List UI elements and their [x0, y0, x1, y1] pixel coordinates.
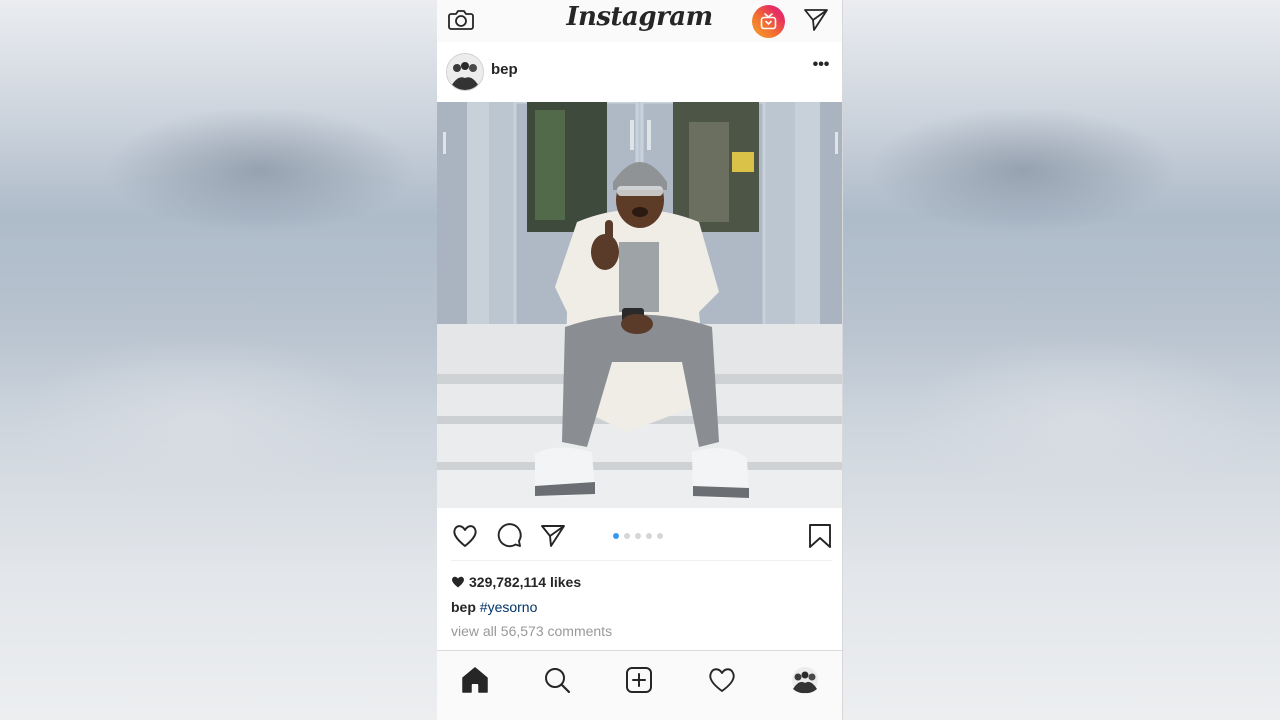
- actions-divider: [451, 560, 832, 561]
- direct-message-icon[interactable]: [802, 7, 830, 33]
- carousel-dot-1: [613, 533, 619, 539]
- photo-man-sitting-on-steps: [437, 102, 842, 508]
- heart-filled-icon: [452, 576, 464, 588]
- carousel-dot-4: [646, 533, 652, 539]
- likes-number: 329,782,114: [469, 574, 547, 590]
- top-bar: Instagram: [437, 0, 842, 42]
- profile-avatar[interactable]: [790, 665, 820, 695]
- carousel-indicator: [613, 533, 673, 541]
- post-photo[interactable]: [437, 102, 842, 508]
- likes-suffix: likes: [546, 574, 582, 590]
- activity-icon[interactable]: [707, 665, 737, 695]
- like-icon[interactable]: [451, 522, 479, 550]
- post-author-avatar[interactable]: [446, 53, 484, 91]
- instagram-feed-screen: Instagram bep ••• 329,782,114 likes bep …: [437, 0, 843, 720]
- post-username[interactable]: bep: [491, 61, 518, 78]
- background-blur-left: [0, 0, 437, 720]
- bottom-navigation: [437, 650, 842, 720]
- share-icon[interactable]: [539, 522, 567, 550]
- likes-count[interactable]: 329,782,114 likes: [451, 574, 581, 590]
- post-header: bep •••: [437, 42, 842, 102]
- background-blur-right: [843, 0, 1280, 720]
- search-icon[interactable]: [542, 665, 572, 695]
- post-caption: bep #yesorno: [451, 599, 537, 615]
- comment-icon[interactable]: [495, 522, 523, 550]
- view-comments-link[interactable]: view all 56,573 comments: [451, 623, 612, 639]
- home-icon[interactable]: [460, 665, 490, 695]
- save-icon[interactable]: [806, 522, 834, 550]
- carousel-dot-2: [624, 533, 630, 539]
- post-actions-bar: [437, 508, 842, 562]
- carousel-dot-5: [657, 533, 663, 539]
- caption-hashtag[interactable]: #yesorno: [480, 599, 538, 615]
- more-options-icon[interactable]: •••: [811, 57, 831, 78]
- carousel-dot-3: [635, 533, 641, 539]
- new-post-icon[interactable]: [624, 665, 654, 695]
- caption-username[interactable]: bep: [451, 599, 476, 615]
- igtv-icon[interactable]: [752, 5, 785, 38]
